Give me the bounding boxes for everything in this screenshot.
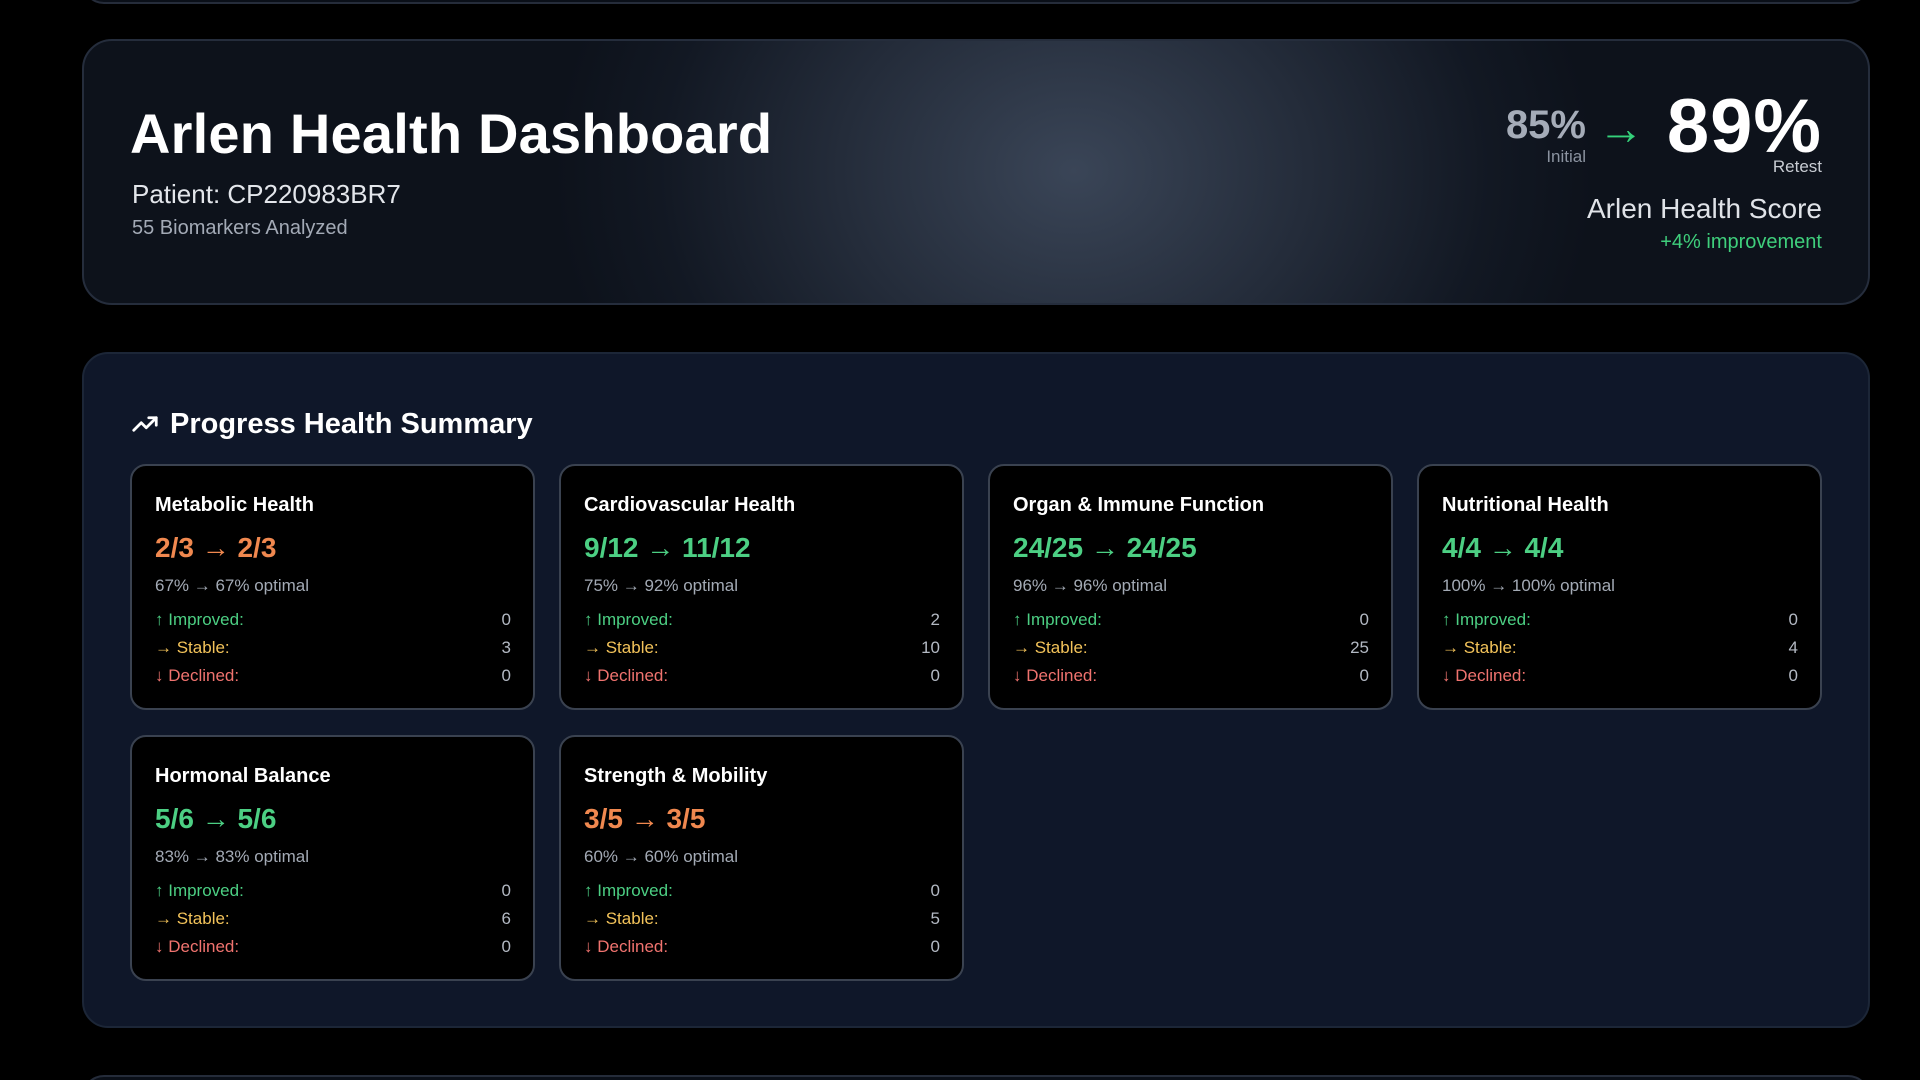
category-ratio: 4/4 → 4/4 (1442, 532, 1564, 563)
declined-label: ↓ Declined: (1442, 666, 1527, 685)
declined-count: 0 (1788, 666, 1798, 685)
category-optimal: 96% → 96% optimal (1013, 576, 1168, 595)
initial-score: 85% (1505, 103, 1586, 147)
category-card-hormonal-balance[interactable]: Hormonal Balance 5/6 → 5/6 83% → 83% opt… (130, 735, 535, 981)
stable-label: → Stable: (584, 909, 659, 928)
stat-row-improved: ↑ Improved: 0 (1442, 608, 1798, 632)
stat-row-stable: → Stable: 4 (1442, 636, 1798, 660)
stat-row-stable: → Stable: 3 (155, 636, 511, 660)
stable-count: 3 (501, 638, 511, 657)
stat-row-stable: → Stable: 5 (584, 907, 940, 931)
category-name: Organ & Immune Function (1013, 494, 1265, 516)
category-ratio: 3/5 → 3/5 (584, 803, 706, 834)
declined-count: 0 (930, 937, 940, 956)
improved-count: 0 (501, 610, 511, 629)
score-arrow-icon: → (1598, 102, 1644, 154)
category-ratio: 5/6 → 5/6 (155, 803, 277, 834)
category-card-metabolic-health[interactable]: Metabolic Health 2/3 → 2/3 67% → 67% opt… (130, 464, 535, 710)
category-ratio: 24/25 → 24/25 (1013, 532, 1197, 563)
patient-id: Patient: CP220983BR7 (132, 179, 401, 209)
page-title: Arlen Health Dashboard (130, 102, 773, 165)
declined-count: 0 (930, 666, 940, 685)
score-improvement: +4% improvement (1660, 231, 1822, 253)
initial-score-label: Initial (1546, 147, 1586, 166)
declined-label: ↓ Declined: (1013, 666, 1098, 685)
biomarkers-count: 55 Biomarkers Analyzed (132, 217, 348, 239)
stable-label: → Stable: (584, 638, 659, 657)
category-ratio: 9/12 → 11/12 (584, 532, 751, 563)
improved-label: ↑ Improved: (155, 881, 244, 900)
category-optimal: 75% → 92% optimal (584, 576, 739, 595)
stat-row-declined: ↓ Declined: 0 (155, 664, 511, 688)
improved-count: 0 (1788, 610, 1798, 629)
header-card: Arlen Health Dashboard Patient: CP220983… (82, 39, 1870, 305)
category-name: Metabolic Health (155, 494, 314, 516)
declined-label: ↓ Declined: (155, 937, 240, 956)
category-card-nutritional-health[interactable]: Nutritional Health 4/4 → 4/4 100% → 100%… (1417, 464, 1822, 710)
stable-count: 6 (501, 909, 511, 928)
trending-up-icon (132, 416, 158, 432)
category-card-strength-mobility[interactable]: Strength & Mobility 3/5 → 3/5 60% → 60% … (559, 735, 964, 981)
stat-row-improved: ↑ Improved: 2 (584, 608, 940, 632)
stable-count: 5 (930, 909, 940, 928)
category-name: Cardiovascular Health (584, 494, 796, 516)
declined-count: 0 (501, 937, 511, 956)
category-optimal: 67% → 67% optimal (155, 576, 310, 595)
stat-row-declined: ↓ Declined: 0 (584, 935, 940, 959)
category-name: Strength & Mobility (584, 765, 768, 787)
dashboard-page: Arlen Health Dashboard Patient: CP220983… (0, 0, 1920, 1080)
category-optimal: 83% → 83% optimal (155, 847, 310, 866)
stat-row-improved: ↑ Improved: 0 (155, 879, 511, 903)
stable-label: → Stable: (155, 909, 230, 928)
previous-section-edge (82, 0, 1870, 4)
stat-row-declined: ↓ Declined: 0 (1442, 664, 1798, 688)
stat-row-declined: ↓ Declined: 0 (584, 664, 940, 688)
category-optimal: 60% → 60% optimal (584, 847, 739, 866)
declined-count: 0 (501, 666, 511, 685)
stable-count: 10 (921, 638, 940, 657)
summary-header: Progress Health Summary (130, 404, 533, 444)
stat-row-stable: → Stable: 25 (1013, 636, 1369, 660)
category-ratio: 2/3 → 2/3 (155, 532, 277, 563)
health-score-name: Arlen Health Score (1586, 193, 1822, 224)
category-card-cardiovascular-health[interactable]: Cardiovascular Health 9/12 → 11/12 75% →… (559, 464, 964, 710)
declined-label: ↓ Declined: (155, 666, 240, 685)
improved-label: ↑ Improved: (584, 881, 673, 900)
stat-row-improved: ↑ Improved: 0 (1013, 608, 1369, 632)
stable-count: 4 (1788, 638, 1798, 657)
stat-row-declined: ↓ Declined: 0 (155, 935, 511, 959)
stat-row-improved: ↑ Improved: 0 (584, 879, 940, 903)
progress-health-summary: Progress Health Summary Metabolic Health… (82, 352, 1870, 1028)
stat-row-declined: ↓ Declined: 0 (1013, 664, 1369, 688)
next-section-edge (82, 1075, 1870, 1080)
stable-label: → Stable: (1442, 638, 1517, 657)
category-optimal: 100% → 100% optimal (1442, 576, 1615, 595)
improved-count: 0 (930, 881, 940, 900)
stat-row-stable: → Stable: 10 (584, 636, 940, 660)
improved-label: ↑ Improved: (1013, 610, 1102, 629)
retest-score-label: Retest (1772, 157, 1822, 176)
improved-label: ↑ Improved: (1442, 610, 1531, 629)
stat-row-stable: → Stable: 6 (155, 907, 511, 931)
stat-row-improved: ↑ Improved: 0 (155, 608, 511, 632)
category-name: Nutritional Health (1442, 494, 1609, 516)
declined-label: ↓ Declined: (584, 937, 669, 956)
improved-label: ↑ Improved: (584, 610, 673, 629)
section-title: Progress Health Summary (170, 407, 533, 440)
declined-label: ↓ Declined: (584, 666, 669, 685)
category-card-organ-immune-function[interactable]: Organ & Immune Function 24/25 → 24/25 96… (988, 464, 1393, 710)
declined-count: 0 (1359, 666, 1369, 685)
stable-count: 25 (1350, 638, 1369, 657)
improved-label: ↑ Improved: (155, 610, 244, 629)
stable-label: → Stable: (1013, 638, 1088, 657)
category-name: Hormonal Balance (155, 765, 331, 787)
improved-count: 2 (930, 610, 940, 629)
improved-count: 0 (501, 881, 511, 900)
improved-count: 0 (1359, 610, 1369, 629)
stable-label: → Stable: (155, 638, 230, 657)
